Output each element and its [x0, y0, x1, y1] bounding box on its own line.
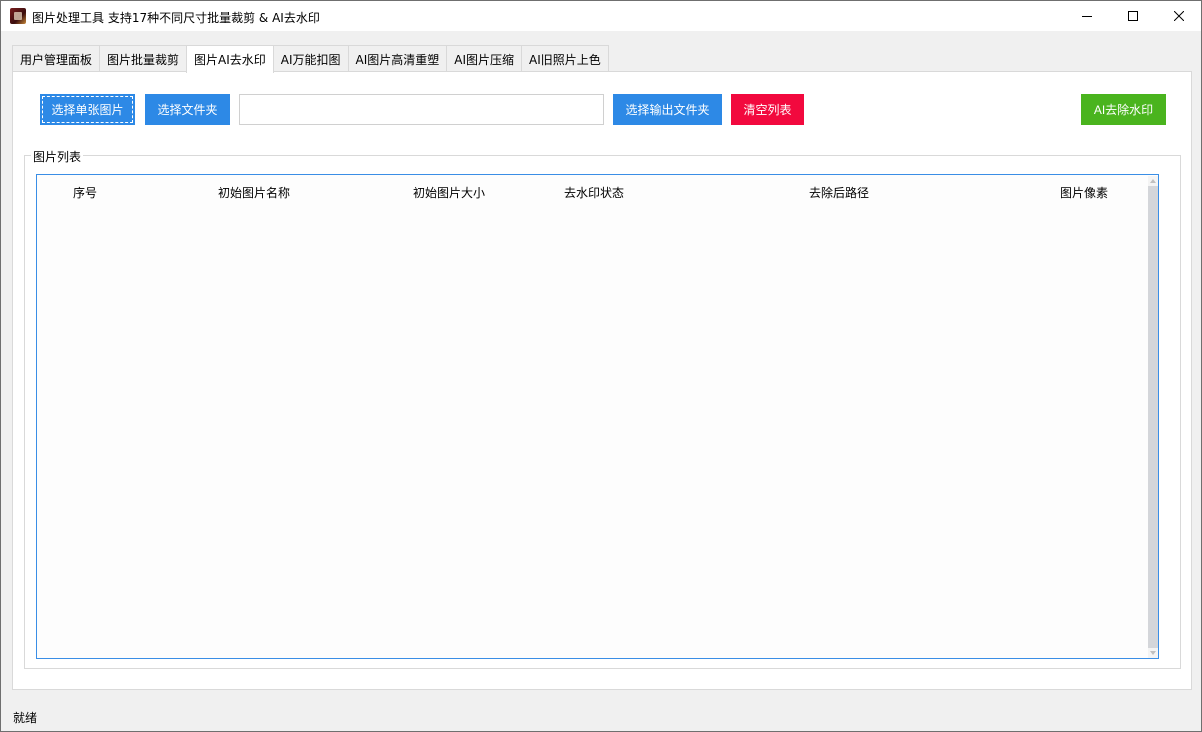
ai-remove-watermark-button[interactable]: AI去除水印: [1081, 94, 1166, 125]
tab-ai-colorize[interactable]: AI旧照片上色: [521, 45, 609, 72]
tab-ai-cutout[interactable]: AI万能扣图: [272, 45, 349, 72]
status-text: 就绪: [13, 711, 38, 725]
path-input[interactable]: [239, 94, 604, 125]
select-folder-button[interactable]: 选择文件夹: [145, 94, 230, 125]
maximize-icon: [1128, 11, 1138, 21]
scroll-down-arrow-icon[interactable]: [1148, 648, 1158, 658]
tab-strip: 用户管理面板 图片批量裁剪 图片AI去水印 AI万能扣图 AI图片高清重塑 AI…: [12, 45, 609, 73]
image-list-view[interactable]: 序号 初始图片名称 初始图片大小 去水印状态 去除后路径 图片像素: [36, 174, 1159, 659]
tab-ai-watermark-removal[interactable]: 图片AI去水印: [186, 45, 274, 73]
minimize-button[interactable]: [1064, 1, 1110, 31]
list-scrollbar[interactable]: [1148, 176, 1158, 658]
maximize-button[interactable]: [1110, 1, 1156, 31]
select-output-folder-button[interactable]: 选择输出文件夹: [613, 94, 722, 125]
tab-ai-hd-remaster[interactable]: AI图片高清重塑: [347, 45, 448, 72]
app-window: 图片处理工具 支持17种不同尺寸批量裁剪 & AI去水印 用户管理面板 图片批量…: [0, 0, 1202, 732]
image-list-title: 图片列表: [31, 148, 84, 165]
tab-user-management[interactable]: 用户管理面板: [12, 45, 101, 72]
select-single-image-button[interactable]: 选择单张图片: [40, 94, 135, 125]
minimize-icon: [1082, 16, 1092, 17]
column-header-original-name[interactable]: 初始图片名称: [218, 184, 290, 201]
window-title: 图片处理工具 支持17种不同尺寸批量裁剪 & AI去水印: [32, 11, 320, 25]
scroll-thumb[interactable]: [1148, 186, 1158, 648]
scroll-up-arrow-icon[interactable]: [1148, 176, 1158, 186]
tab-batch-crop[interactable]: 图片批量裁剪: [99, 45, 188, 72]
title-bar[interactable]: 图片处理工具 支持17种不同尺寸批量裁剪 & AI去水印: [1, 1, 1201, 31]
column-header-watermark-status[interactable]: 去水印状态: [564, 184, 624, 201]
image-list-group: 图片列表 序号 初始图片名称 初始图片大小 去水印状态 去除后路径 图片像素: [24, 148, 1181, 669]
column-header-pixels[interactable]: 图片像素: [1060, 184, 1108, 201]
tab-ai-compress[interactable]: AI图片压缩: [446, 45, 523, 72]
app-logo-icon: [10, 8, 26, 24]
column-header-index[interactable]: 序号: [73, 184, 97, 201]
clear-list-button[interactable]: 清空列表: [731, 94, 804, 125]
close-icon: [1174, 11, 1184, 21]
column-header-original-size[interactable]: 初始图片大小: [413, 184, 485, 201]
watermark-tab-panel: 选择单张图片 选择文件夹 选择输出文件夹 清空列表 AI去除水印 图片列表 序号…: [12, 71, 1192, 690]
column-header-output-path[interactable]: 去除后路径: [809, 184, 869, 201]
close-button[interactable]: [1156, 1, 1202, 31]
